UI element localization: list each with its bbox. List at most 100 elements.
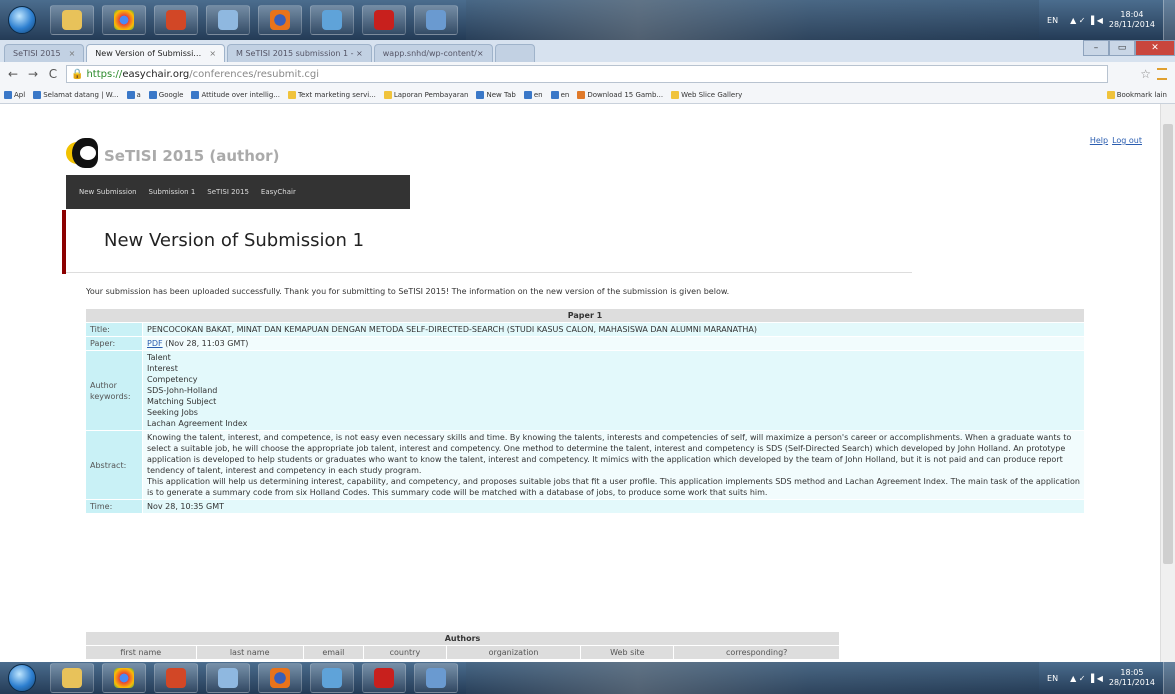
explorer-taskbar-icon[interactable] [50, 5, 94, 35]
scrollbar-thumb[interactable] [1163, 124, 1173, 564]
clock-date: 28/11/2014 [1108, 20, 1155, 29]
paper-date: (Nov 28, 11:03 GMT) [165, 339, 249, 348]
maximize-button[interactable]: ▭ [1109, 40, 1135, 56]
facebook-icon [550, 90, 559, 99]
address-bar[interactable]: 🔒 https:// easychair.org /conferences/re… [66, 65, 1109, 83]
column-header: Web site [581, 646, 674, 659]
bookmark-item[interactable]: Laporan Pembayaran [383, 90, 468, 99]
bookmark-star-icon[interactable]: ☆ [1140, 67, 1151, 81]
bookmark-item[interactable]: en [523, 90, 543, 99]
page-icon [126, 90, 135, 99]
other-bookmarks[interactable]: Bookmark lain [1106, 90, 1167, 99]
paint-taskbar-icon[interactable] [206, 663, 250, 693]
tab-new-version[interactable]: New Version of Submissi… × [86, 44, 226, 62]
bookmark-item[interactable]: Web Slice Gallery [671, 90, 742, 99]
close-window-button[interactable]: ✕ [1135, 40, 1175, 56]
back-icon[interactable]: ← [6, 67, 20, 81]
keyword: Interest [147, 364, 178, 373]
show-desktop-button[interactable] [1163, 0, 1175, 40]
column-header: first name [86, 646, 196, 659]
menu-new-submission[interactable]: New Submission [74, 188, 142, 196]
firefox-taskbar-icon[interactable] [258, 663, 302, 693]
settings-taskbar-icon[interactable] [414, 663, 458, 693]
google-icon [148, 90, 157, 99]
bookmark-item[interactable]: Text marketing servi... [287, 90, 376, 99]
bookmark-item[interactable]: en [550, 90, 569, 99]
acrobat-taskbar-icon[interactable] [362, 663, 406, 693]
menu-submission-1[interactable]: Submission 1 [144, 188, 201, 196]
table-row: Time: Nov 28, 10:35 GMT [86, 500, 1084, 513]
title-label: Title: [86, 323, 142, 336]
language-indicator[interactable]: EN [1047, 674, 1058, 683]
chrome-taskbar-icon[interactable] [102, 5, 146, 35]
system-tray: EN ▲ ✓ ▐ ◀ 18:04 28/11/2014 [1039, 10, 1163, 30]
explorer-taskbar-icon[interactable] [50, 663, 94, 693]
settings-taskbar-icon[interactable] [414, 5, 458, 35]
forward-icon[interactable]: → [26, 67, 40, 81]
page-icon [523, 90, 532, 99]
bookmark-item[interactable]: Selamat datang | W... [33, 90, 119, 99]
tray-clock[interactable]: 18:05 28/11/2014 [1109, 668, 1155, 688]
paper-header: Paper 1 [86, 309, 1084, 322]
reload-icon[interactable]: C [46, 67, 60, 81]
column-header: email [303, 646, 363, 659]
media-taskbar-icon[interactable] [310, 663, 354, 693]
show-desktop-button[interactable] [1163, 662, 1175, 694]
keyword: SDS-John-Holland [147, 386, 218, 395]
bookmark-item[interactable]: Google [148, 90, 183, 99]
url-host: easychair.org [122, 68, 190, 80]
page-icon [671, 90, 680, 99]
keyword: Matching Subject [147, 397, 217, 406]
bookmark-item[interactable]: Download 15 Gamb... [577, 90, 663, 99]
start-button[interactable] [8, 664, 36, 692]
powerpoint-taskbar-icon[interactable] [154, 5, 198, 35]
paper-title: PENCOCOKAN BAKAT, MINAT DAN KEMAPUAN DEN… [143, 323, 1084, 336]
language-indicator[interactable]: EN [1047, 16, 1058, 25]
abstract-paragraph: This application will help us determinin… [147, 477, 1080, 497]
pdf-link[interactable]: PDF [147, 339, 163, 348]
tab-setisi[interactable]: SeTISI 2015 × [4, 44, 85, 62]
menu-easychair[interactable]: EasyChair [256, 188, 301, 196]
tab-label: M SeTISI 2015 submission 1 - × [236, 49, 363, 58]
minimize-button[interactable]: – [1083, 40, 1109, 56]
submission-time: Nov 28, 10:35 GMT [143, 500, 1084, 513]
close-icon[interactable]: × [209, 49, 216, 58]
tab-wapp[interactable]: wapp.snhd/wp-content/× [373, 44, 493, 62]
taskbar-blur [466, 0, 1040, 40]
tray-icons[interactable]: ▲ ✓ ▐ ◀ [1070, 16, 1103, 25]
title-accent-bar [62, 210, 66, 274]
logout-link[interactable]: Log out [1112, 136, 1142, 145]
tab-gmail[interactable]: M SeTISI 2015 submission 1 - × [227, 44, 372, 62]
bookmark-item[interactable]: a [126, 90, 141, 99]
acrobat-taskbar-icon[interactable] [362, 5, 406, 35]
bookmark-item[interactable]: Attitude over intellig... [191, 90, 280, 99]
page-scrollbar[interactable] [1160, 104, 1175, 662]
abstract-text: Knowing the talent, interest, and compet… [143, 431, 1084, 499]
firefox-taskbar-icon[interactable] [258, 5, 302, 35]
chrome-taskbar-icon[interactable] [102, 663, 146, 693]
tab-new[interactable] [494, 44, 535, 62]
conference-title: SeTISI 2015 (author) [104, 147, 280, 165]
menu-setisi[interactable]: SeTISI 2015 [202, 188, 254, 196]
start-button[interactable] [8, 6, 36, 34]
easychair-menu: New Submission Submission 1 SeTISI 2015 … [66, 175, 410, 209]
authors-table: Authors first name last name email count… [85, 631, 840, 660]
bookmark-item[interactable]: New Tab [476, 90, 516, 99]
tray-icons[interactable]: ▲ ✓ ▐ ◀ [1070, 674, 1103, 683]
divider [66, 272, 912, 273]
browser-tab-bar: SeTISI 2015 × New Version of Submissi… × M… [0, 40, 1175, 62]
paper-label: Paper: [86, 337, 142, 350]
tray-clock[interactable]: 18:04 28/11/2014 [1109, 10, 1155, 30]
page-title: New Version of Submission 1 [104, 230, 365, 251]
help-link[interactable]: Help [1090, 136, 1108, 145]
chrome-menu-icon[interactable] [1157, 68, 1167, 80]
close-icon[interactable]: × [69, 49, 76, 58]
powerpoint-taskbar-icon[interactable] [154, 663, 198, 693]
authors-header: Authors [86, 632, 839, 645]
media-taskbar-icon[interactable] [310, 5, 354, 35]
time-label: Time: [86, 500, 142, 513]
page-icon [476, 90, 485, 99]
bookmark-item[interactable]: Apl [4, 90, 25, 99]
page-icon [33, 90, 42, 99]
paint-taskbar-icon[interactable] [206, 5, 250, 35]
